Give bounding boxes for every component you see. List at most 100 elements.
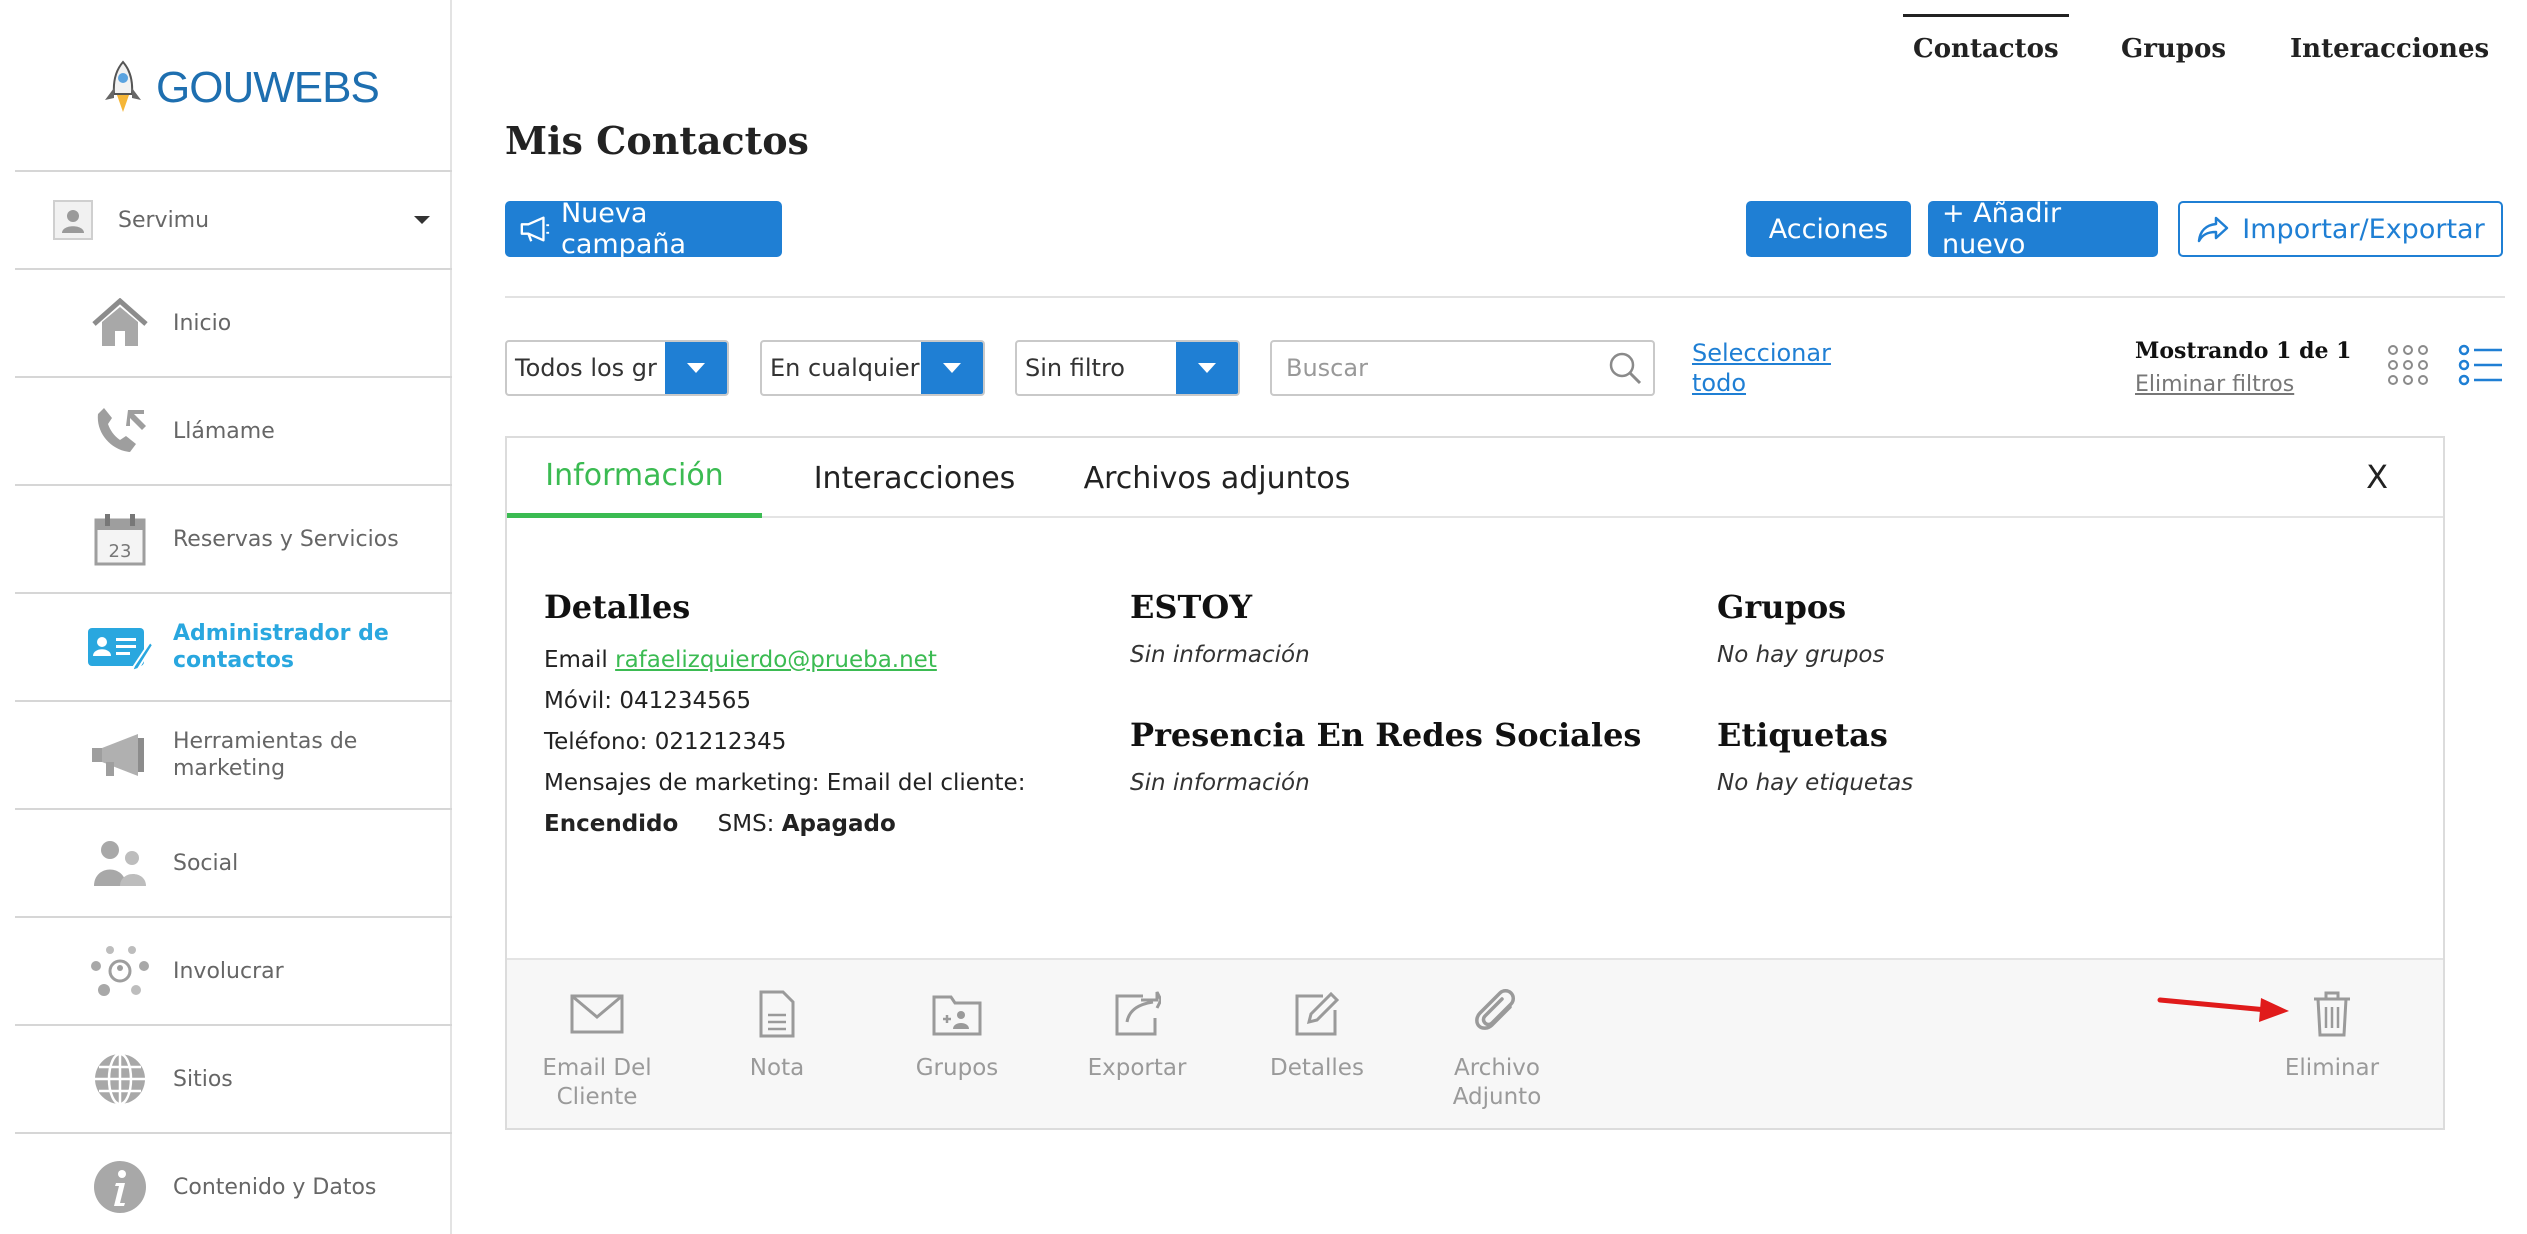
action-label: Email Del	[542, 1055, 652, 1081]
logo-text: GOUWEBS	[156, 63, 380, 112]
new-campaign-label: Nueva campaña	[560, 198, 687, 260]
select-all-link[interactable]: Seleccionar todo	[1692, 338, 1831, 398]
email-client-action[interactable]: Email Del Cliente	[507, 984, 687, 1112]
paperclip-icon	[1407, 984, 1587, 1044]
phone-icon	[85, 401, 155, 461]
action-label: Eliminar	[2284, 1055, 2380, 1081]
people-icon	[85, 833, 155, 893]
sidebar-item-contactos[interactable]: Administrador de contactos	[15, 594, 452, 702]
tab-contactos[interactable]: Contactos	[1903, 14, 2069, 84]
email-link[interactable]: rafaelizquierdo@prueba.net	[615, 647, 937, 673]
grid-view-toggle[interactable]	[2385, 342, 2431, 392]
estoy-heading: ESTOY	[1130, 588, 1253, 626]
tags-heading: Etiquetas	[1717, 716, 1888, 754]
edit-icon	[1227, 984, 1407, 1044]
clear-filters-link[interactable]: Eliminar filtros	[2135, 372, 2294, 397]
import-export-button[interactable]: Importar/Exportar	[2178, 201, 2503, 257]
groups-value: No hay grupos	[1717, 642, 1885, 668]
action-label: Grupos	[915, 1055, 999, 1081]
new-campaign-button[interactable]: Nueva campaña	[505, 198, 782, 260]
note-action[interactable]: Nota	[687, 984, 867, 1083]
sidebar-item-label: Administrador de contactos	[173, 621, 389, 673]
time-select[interactable]: En cualquier	[760, 340, 985, 396]
social-value: Sin información	[1130, 770, 1310, 796]
details-edit-action[interactable]: Detalles	[1227, 984, 1407, 1083]
sidebar-item-label: Inicio	[173, 310, 232, 336]
email-status: Encendido	[544, 811, 679, 837]
info-icon	[85, 1157, 155, 1217]
sidebar-item-llamame[interactable]: Llámame	[15, 378, 452, 486]
megaphone-icon	[85, 725, 155, 785]
search-input[interactable]	[1272, 343, 1605, 393]
filter-select-value: Sin filtro	[1025, 354, 1125, 382]
tags-section: Etiquetas No hay etiquetas	[1717, 716, 1913, 798]
globe-icon	[85, 1049, 155, 1109]
envelope-icon	[507, 984, 687, 1044]
group-select-value: Todos los gr	[515, 354, 657, 382]
chevron-down-icon	[414, 216, 430, 224]
page-title: Mis Contactos	[505, 118, 809, 163]
tab-informacion[interactable]: Información	[507, 438, 762, 518]
tab-interacciones[interactable]: Interacciones	[2290, 14, 2489, 84]
contact-card-icon	[85, 617, 155, 677]
sidebar-nav: Inicio Llámame 23 Reservas y Servicios A…	[15, 270, 452, 1234]
tab-archivos-adjuntos[interactable]: Archivos adjuntos	[1072, 438, 1362, 518]
tab-interacciones-panel[interactable]: Interacciones	[792, 438, 1037, 518]
action-label: Adjunto	[1452, 1084, 1542, 1110]
calendar-icon: 23	[85, 509, 155, 569]
sidebar-item-involucrar[interactable]: Involucrar	[15, 918, 452, 1026]
chevron-down-icon	[921, 342, 983, 394]
toolbar-divider	[505, 296, 2505, 298]
sidebar-item-label: Contenido y Datos	[173, 1174, 377, 1200]
sidebar-item-inicio[interactable]: Inicio	[15, 270, 452, 378]
social-section: Presencia En Redes Sociales Sin informac…	[1130, 716, 1641, 798]
filter-select[interactable]: Sin filtro	[1015, 340, 1240, 396]
action-label: Cliente	[556, 1084, 638, 1110]
email-line: Email rafaelizquierdo@prueba.net	[544, 640, 1025, 681]
megaphone-icon	[520, 216, 550, 242]
share-arrow-icon	[2198, 216, 2229, 243]
select-all-line-2: todo	[1692, 369, 1747, 397]
sms-label: SMS:	[717, 811, 775, 837]
tab-grupos[interactable]: Grupos	[2121, 14, 2226, 84]
phone-line: Teléfono: 021212345	[544, 729, 787, 755]
action-label: Nota	[749, 1055, 805, 1081]
sidebar-item-contenido[interactable]: Contenido y Datos	[15, 1134, 452, 1234]
add-new-button[interactable]: + Añadir nuevo	[1928, 198, 2158, 260]
export-action[interactable]: Exportar	[1047, 984, 1227, 1083]
sidebar-item-sitios[interactable]: Sitios	[15, 1026, 452, 1134]
sidebar-item-social[interactable]: Social	[15, 810, 452, 918]
groups-action[interactable]: Grupos	[867, 984, 1047, 1083]
action-label: Detalles	[1270, 1055, 1364, 1081]
social-heading: Presencia En Redes Sociales	[1130, 716, 1642, 754]
sidebar-item-label: Involucrar	[173, 958, 284, 984]
sidebar-item-reservas[interactable]: 23 Reservas y Servicios	[15, 486, 452, 594]
grid-view-icon	[2388, 345, 2428, 385]
tags-value: No hay etiquetas	[1717, 770, 1914, 796]
actions-button[interactable]: Acciones	[1746, 201, 1911, 257]
marketing-line: Mensajes de marketing: Email del cliente…	[544, 770, 1026, 796]
sidebar: GOUWEBS Servimu Inicio Llámame 23 Reserv…	[0, 0, 452, 1234]
list-view-toggle[interactable]	[2458, 342, 2504, 392]
sidebar-item-label: Llámame	[173, 418, 275, 444]
svg-text:23: 23	[109, 541, 132, 562]
account-switcher[interactable]: Servimu	[15, 170, 452, 270]
import-export-label: Importar/Exportar	[2242, 213, 2485, 245]
sidebar-item-marketing[interactable]: Herramientas de marketing	[15, 702, 452, 810]
export-icon	[1047, 984, 1227, 1044]
search-box[interactable]	[1270, 340, 1655, 396]
details-section: Detalles Email rafaelizquierdo@prueba.ne…	[544, 588, 1025, 845]
search-icon	[1609, 352, 1642, 385]
groups-section: Grupos No hay grupos	[1717, 588, 1884, 670]
attachment-action[interactable]: Archivo Adjunto	[1407, 984, 1587, 1112]
sidebar-item-label: Reservas y Servicios	[173, 526, 399, 552]
brand-logo[interactable]: GOUWEBS	[100, 58, 380, 118]
estoy-value: Sin información	[1130, 642, 1310, 668]
results-count: Mostrando 1 de 1	[2135, 338, 2352, 364]
close-button[interactable]: X	[2366, 458, 2388, 496]
panel-tabs: Información Interacciones Archivos adjun…	[507, 438, 2443, 518]
group-select[interactable]: Todos los gr	[505, 340, 729, 396]
list-view-icon	[2458, 344, 2502, 386]
email-label: Email	[544, 647, 608, 673]
rocket-icon	[105, 60, 141, 112]
